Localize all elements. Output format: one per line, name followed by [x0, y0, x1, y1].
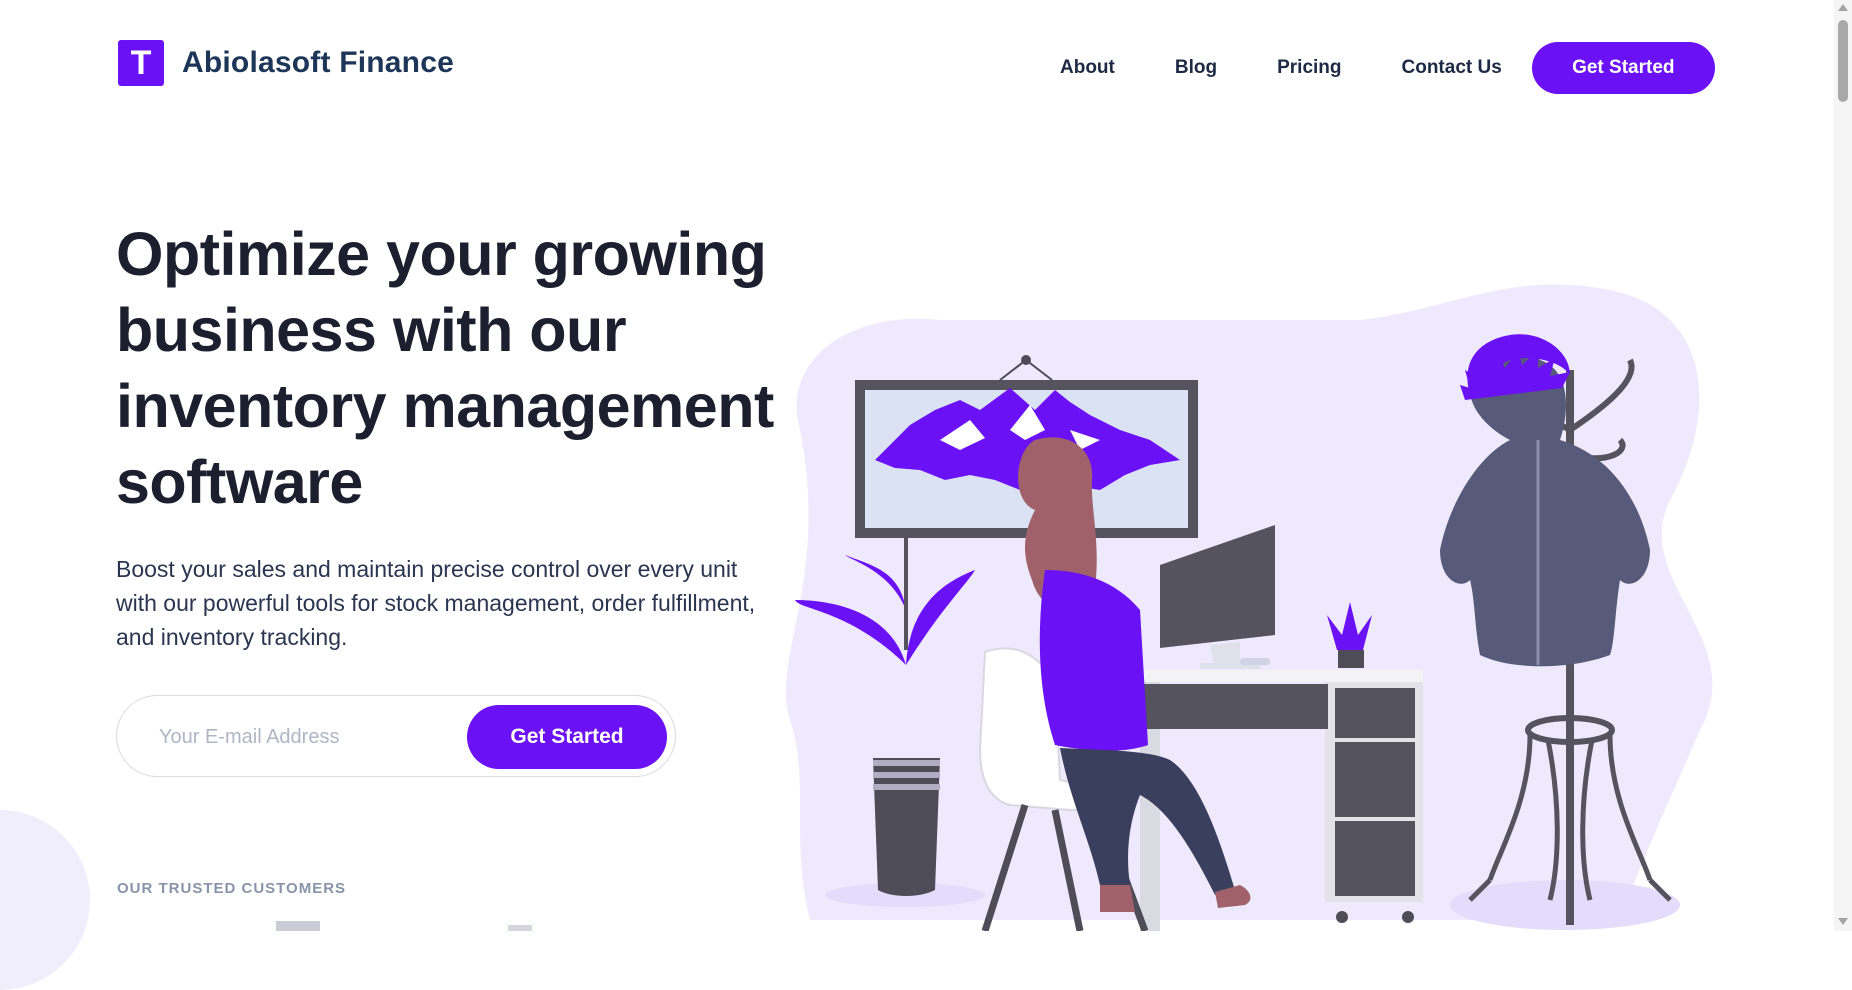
- trusted-customers-heading: OUR TRUSTED CUSTOMERS: [117, 880, 347, 897]
- nav-item-contact-us[interactable]: Contact Us: [1402, 57, 1502, 79]
- site-header: T Abiolasoft Finance About Blog Pricing …: [0, 0, 1834, 140]
- desk-top: [1130, 670, 1423, 682]
- customer-logo: [276, 921, 320, 931]
- scroll-thumb[interactable]: [1838, 20, 1848, 102]
- office-worker-illustration: [785, 284, 1713, 931]
- desk-drawer: [1335, 821, 1415, 896]
- nav-item-about[interactable]: About: [1060, 57, 1115, 79]
- hero-subtitle: Boost your sales and maintain precise co…: [116, 556, 756, 650]
- desk-drawer: [1138, 684, 1328, 729]
- page-scrollbar[interactable]: [1834, 0, 1852, 931]
- email-input[interactable]: [157, 718, 441, 756]
- header-get-started-button[interactable]: Get Started: [1531, 42, 1715, 94]
- scroll-down-arrow-icon[interactable]: [1838, 918, 1848, 925]
- main-nav: About Blog Pricing Contact Us Get Starte…: [1060, 42, 1715, 94]
- scroll-up-arrow-icon[interactable]: [1838, 4, 1848, 11]
- nav-item-blog[interactable]: Blog: [1175, 57, 1217, 79]
- hero-get-started-button[interactable]: Get Started: [467, 705, 667, 769]
- plant-pot: [873, 758, 940, 896]
- hero-title: Optimize your growing business with our …: [116, 220, 774, 516]
- customer-logo: [508, 925, 532, 931]
- desk-drawer: [1335, 688, 1415, 738]
- email-signup-form: Get Started: [116, 695, 676, 777]
- decorative-blob: [0, 810, 90, 990]
- desk-drawer: [1335, 742, 1415, 817]
- brand-logo[interactable]: T Abiolasoft Finance: [118, 40, 454, 86]
- logo-mark-icon: T: [118, 40, 164, 86]
- nav-item-pricing[interactable]: Pricing: [1277, 57, 1341, 79]
- brand-name: Abiolasoft Finance: [182, 46, 454, 79]
